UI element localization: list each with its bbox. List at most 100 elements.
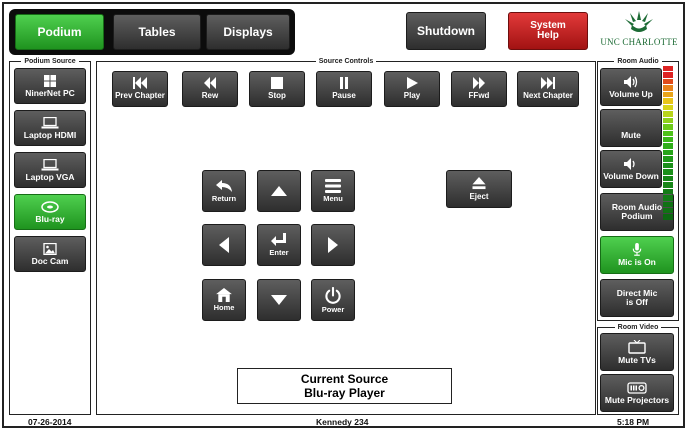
help-label-line2: Help	[537, 30, 559, 41]
transport-label: Prev Chapter	[115, 91, 165, 101]
laptop-icon	[41, 158, 59, 171]
shutdown-label: Shutdown	[417, 23, 475, 38]
tv-icon	[628, 339, 646, 354]
mute-tvs-button[interactable]: Mute TVs	[600, 333, 674, 371]
enter-icon	[271, 233, 286, 247]
mute-projectors-button[interactable]: Mute Projectors	[600, 374, 674, 412]
volume-meter	[663, 66, 673, 220]
source-laptop-hdmi[interactable]: Laptop HDMI	[14, 110, 86, 146]
unc-charlotte-logo: UNC CHARLOTTE	[598, 10, 680, 54]
next-chapter-button[interactable]: Next Chapter	[517, 71, 579, 107]
arrow-right-icon	[328, 237, 338, 253]
source-blu-ray[interactable]: Blu-ray	[14, 194, 86, 230]
logo-text: UNC CHARLOTTE	[600, 37, 678, 47]
stop-icon	[271, 77, 283, 90]
source-label: NinerNet PC	[25, 87, 75, 98]
panel-title: Podium Source	[10, 57, 90, 66]
mute-label: Mute	[621, 129, 641, 140]
status-date: 07-26-2014	[28, 417, 72, 427]
play-button[interactable]: Play	[384, 71, 440, 107]
shutdown-button[interactable]: Shutdown	[406, 12, 486, 50]
room-audio-label-line2: Podium	[621, 211, 653, 221]
image-icon	[43, 242, 57, 255]
power-icon	[325, 286, 341, 304]
current-source-display: Current Source Blu-ray Player	[237, 368, 452, 404]
tab-tables[interactable]: Tables	[113, 14, 201, 50]
eject-button[interactable]: Eject	[446, 170, 512, 208]
pause-icon	[340, 77, 348, 90]
status-room: Kennedy 234	[316, 417, 369, 427]
eject-icon	[472, 176, 486, 189]
tab-displays[interactable]: Displays	[206, 14, 290, 50]
panel-title: Room Audio	[598, 57, 678, 66]
stop-button[interactable]: Stop	[249, 71, 305, 107]
power-button[interactable]: Power	[311, 279, 355, 321]
enter-label: Enter	[269, 248, 289, 258]
speaker-down-icon	[624, 157, 635, 170]
source-label: Doc Cam	[31, 255, 69, 266]
transport-label: Stop	[268, 91, 286, 101]
volume-down-label: Volume Down	[603, 170, 659, 181]
system-help-button[interactable]: System Help	[508, 12, 588, 50]
volume-up-button[interactable]: Volume Up	[600, 68, 662, 106]
return-arrow-icon	[216, 180, 232, 193]
mute-button[interactable]: Mute	[600, 109, 662, 147]
tab-label: Displays	[223, 24, 273, 39]
source-laptop-vga[interactable]: Laptop VGA	[14, 152, 86, 188]
menu-label: Menu	[323, 194, 343, 204]
transport-label: Rew	[201, 91, 219, 101]
source-ninernet-pc[interactable]: NinerNet PC	[14, 68, 86, 104]
right-button[interactable]	[311, 224, 355, 266]
mute-tvs-label: Mute TVs	[618, 354, 656, 365]
tab-label: Podium	[37, 24, 82, 39]
volume-up-label: Volume Up	[609, 88, 653, 99]
return-button[interactable]: Return	[202, 170, 246, 212]
rewind-button[interactable]: Rew	[182, 71, 238, 107]
enter-button[interactable]: Enter	[257, 224, 301, 266]
play-icon	[407, 77, 418, 90]
mute-projectors-label: Mute Projectors	[604, 394, 670, 405]
arrow-up-icon	[271, 186, 287, 196]
menu-icon	[325, 179, 341, 194]
up-button[interactable]	[257, 170, 301, 212]
skip-back-icon	[133, 77, 147, 90]
return-label: Return	[211, 194, 237, 204]
pause-button[interactable]: Pause	[316, 71, 372, 107]
fast-forward-button[interactable]: FFwd	[451, 71, 507, 107]
source-label: Laptop VGA	[25, 171, 75, 182]
direct-mic-label-line2: is Off	[626, 297, 648, 307]
disc-icon	[41, 200, 59, 213]
home-icon	[216, 288, 232, 303]
transport-label: Next Chapter	[523, 91, 573, 101]
source-label: Laptop HDMI	[23, 129, 77, 140]
current-source-label: Current Source	[300, 371, 389, 386]
prev-chapter-button[interactable]: Prev Chapter	[112, 71, 168, 107]
mic-on-label: Mic is On	[618, 257, 656, 268]
tab-podium[interactable]: Podium	[15, 14, 104, 50]
menu-button[interactable]: Menu	[311, 170, 355, 212]
tab-label: Tables	[138, 24, 176, 39]
transport-label: Pause	[332, 91, 356, 101]
skip-forward-icon	[541, 77, 555, 90]
mic-toggle-button[interactable]: Mic is On	[600, 236, 674, 274]
windows-icon	[44, 74, 56, 87]
panel-title: Source Controls	[97, 57, 595, 66]
panel-title: Room Video	[598, 323, 678, 332]
status-time: 5:18 PM	[617, 417, 650, 427]
direct-mic-button[interactable]: Direct Mic is Off	[600, 279, 674, 317]
home-label: Home	[213, 303, 235, 313]
projector-icon	[627, 381, 647, 394]
transport-label: Play	[403, 91, 421, 101]
current-source-value: Blu-ray Player	[304, 386, 385, 400]
fast-forward-icon	[473, 77, 485, 90]
home-button[interactable]: Home	[202, 279, 246, 321]
eject-label: Eject	[469, 191, 489, 201]
source-label: Blu-ray	[35, 213, 65, 224]
left-button[interactable]	[202, 224, 246, 266]
microphone-icon	[632, 243, 642, 256]
source-doc-cam[interactable]: Doc Cam	[14, 236, 86, 272]
arrow-left-icon	[219, 237, 229, 253]
crown-logo-icon	[625, 11, 653, 32]
down-button[interactable]	[257, 279, 301, 321]
volume-down-button[interactable]: Volume Down	[600, 150, 662, 188]
